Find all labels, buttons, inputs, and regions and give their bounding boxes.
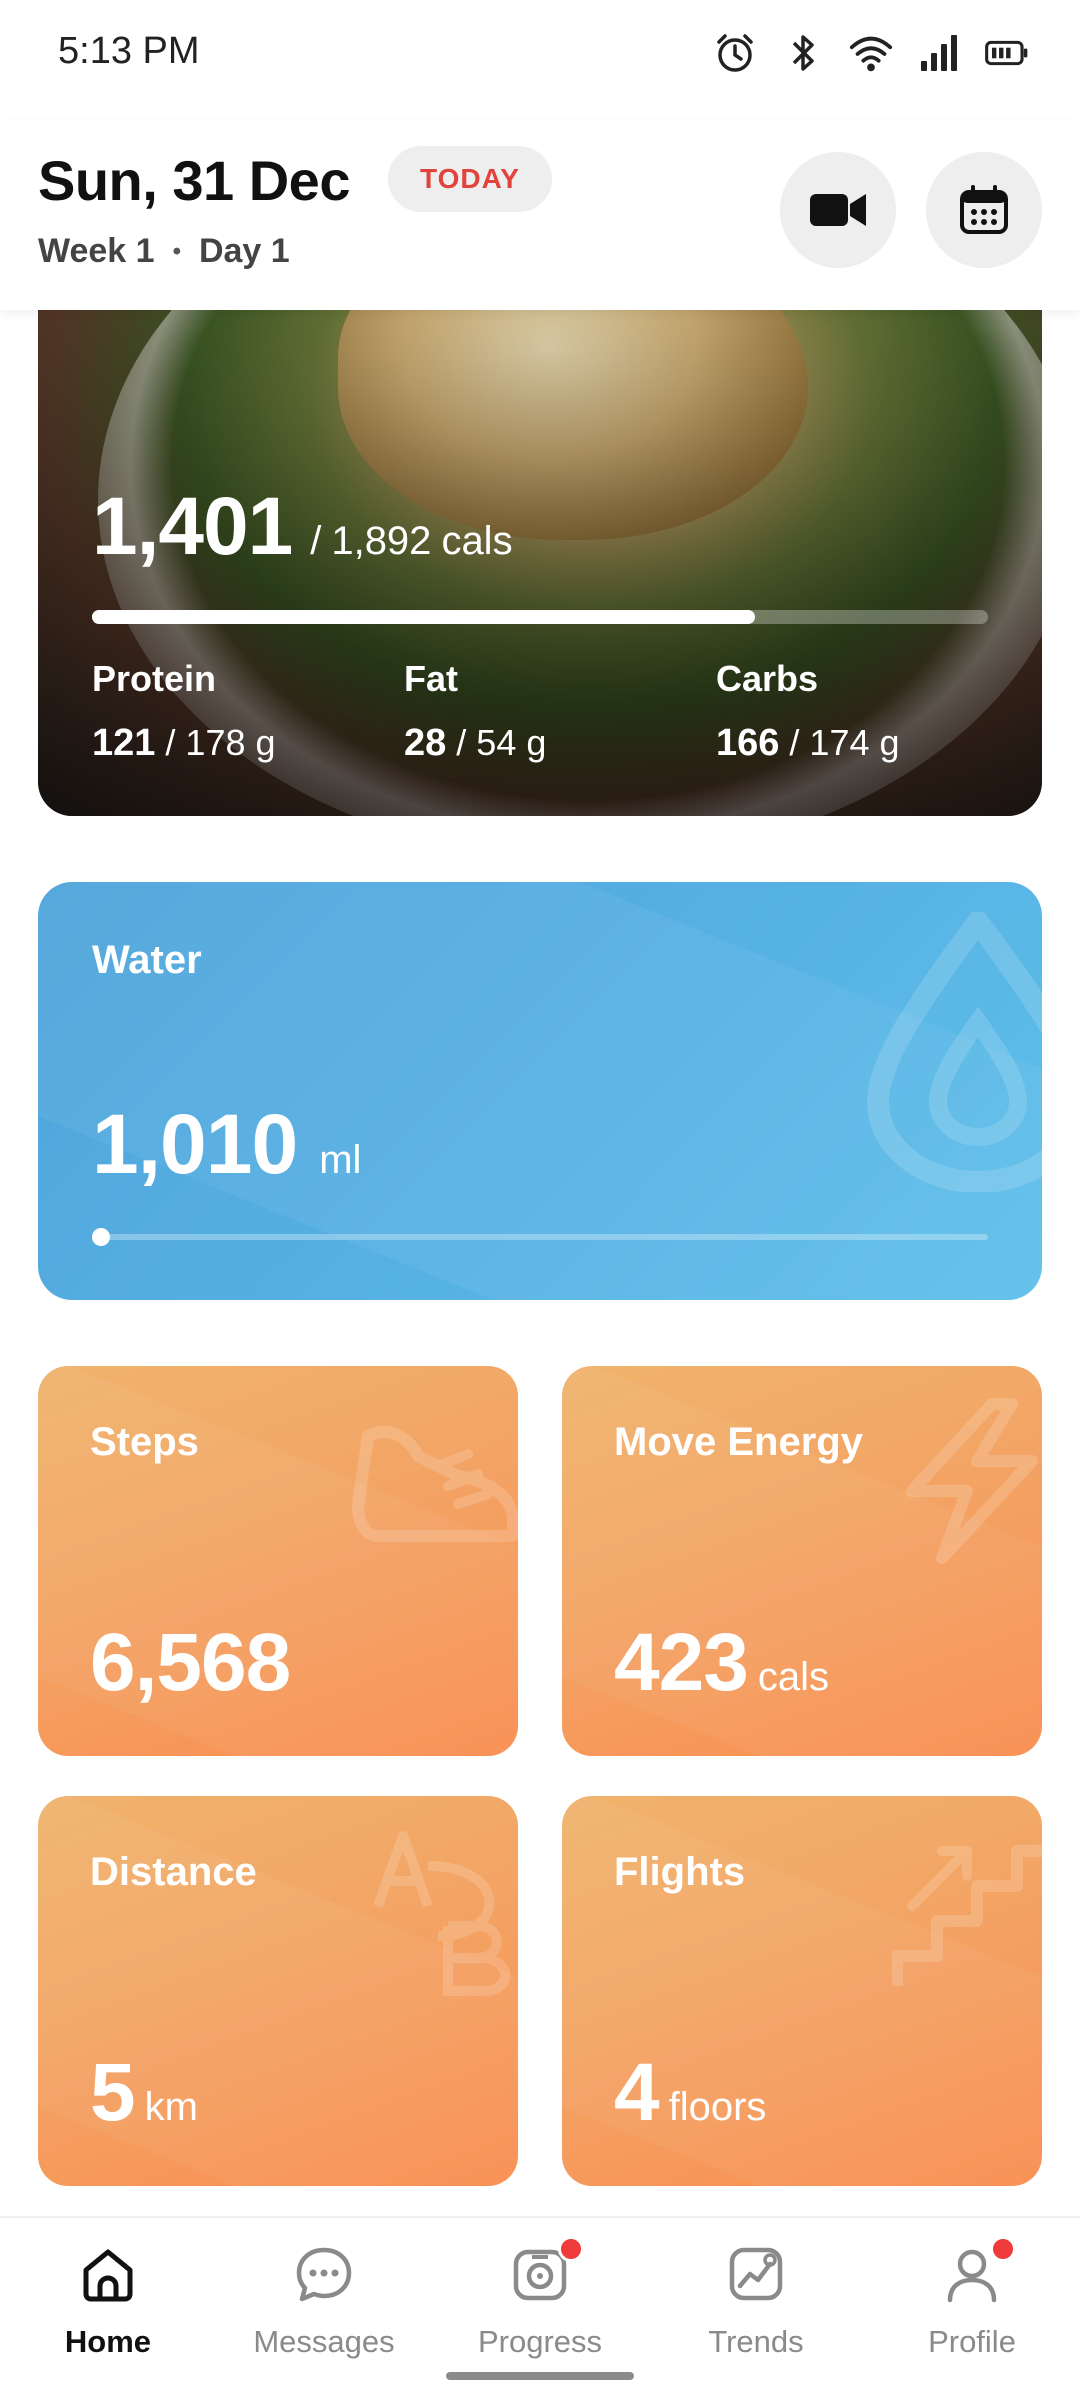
date-title[interactable]: Sun, 31 Dec bbox=[38, 148, 350, 213]
home-icon bbox=[76, 2242, 140, 2306]
nav-label: Home bbox=[64, 2324, 152, 2359]
macro-carbs: Carbs 166 / 174 g bbox=[716, 658, 1028, 765]
week-day-line: Week 1 • Day 1 bbox=[38, 232, 290, 271]
notification-dot bbox=[558, 2236, 584, 2262]
alarm-icon bbox=[712, 30, 758, 76]
macro-label: Fat bbox=[404, 658, 458, 699]
water-progress-dot bbox=[92, 1228, 110, 1246]
flights-unit: floors bbox=[668, 2085, 767, 2129]
user-icon bbox=[940, 2236, 1016, 2306]
nav-label: Profile bbox=[928, 2324, 1016, 2359]
move-energy-tile[interactable]: Move Energy 423 cals bbox=[562, 1366, 1042, 1756]
calories-slash: / bbox=[310, 519, 322, 563]
nav-label: Messages bbox=[253, 2324, 395, 2359]
stairs-icon bbox=[892, 1845, 1042, 1986]
water-unit: ml bbox=[319, 1138, 362, 1182]
water-value-row: 1,010 ml bbox=[92, 1096, 361, 1193]
lightning-icon bbox=[906, 1398, 1038, 1564]
notification-dot bbox=[990, 2236, 1016, 2262]
macro-value: 121 / 178 g bbox=[92, 722, 276, 764]
nutrition-card[interactable]: 1,401 / 1,892 cals Protein 121 / 178 g F… bbox=[38, 260, 1042, 816]
macros-row: Protein 121 / 178 g Fat 28 / 54 g Carbs … bbox=[92, 658, 1032, 765]
calendar-button[interactable] bbox=[926, 152, 1042, 268]
steps-tile[interactable]: Steps 6,568 bbox=[38, 1366, 518, 1756]
video-button[interactable] bbox=[780, 152, 896, 268]
water-drop-icon bbox=[866, 912, 1042, 1192]
calories-progress-fill bbox=[92, 610, 756, 624]
today-badge[interactable]: TODAY bbox=[388, 146, 552, 212]
distance-value: 5 bbox=[90, 2047, 136, 2138]
status-icons bbox=[712, 30, 1030, 76]
move-energy-value: 423 bbox=[614, 1617, 749, 1708]
macro-value: 166 / 174 g bbox=[716, 722, 900, 764]
calories-row: 1,401 / 1,892 cals bbox=[92, 480, 513, 574]
macro-fat: Fat 28 / 54 g bbox=[404, 658, 716, 765]
steps-label: Steps bbox=[90, 1420, 199, 1464]
water-progress-bar bbox=[92, 1228, 988, 1246]
calories-goal: 1,892 bbox=[331, 519, 432, 563]
separator-dot: • bbox=[172, 237, 181, 265]
wifi-icon bbox=[848, 30, 894, 76]
flights-label: Flights bbox=[614, 1850, 746, 1894]
calendar-icon bbox=[960, 185, 1008, 234]
flights-tile[interactable]: Flights 4 floors bbox=[562, 1796, 1042, 2186]
nav-item-messages[interactable]: Messages bbox=[216, 2218, 432, 2400]
steps-value-row: 6,568 bbox=[90, 1616, 291, 1710]
header: Sun, 31 Dec TODAY Week 1 • Day 1 bbox=[0, 120, 1080, 310]
signal-icon bbox=[916, 30, 962, 76]
steps-value: 6,568 bbox=[90, 1617, 291, 1708]
macro-label: Protein bbox=[92, 658, 217, 699]
battery-icon bbox=[984, 30, 1030, 76]
week-label: Week 1 bbox=[38, 232, 155, 270]
video-camera-icon bbox=[810, 194, 866, 226]
nav-item-profile[interactable]: Profile bbox=[864, 2218, 1080, 2400]
calories-unit: cals bbox=[441, 519, 513, 563]
flights-value: 4 bbox=[614, 2047, 660, 2138]
bluetooth-icon bbox=[780, 30, 826, 76]
calories-value: 1,401 bbox=[92, 481, 293, 572]
distance-unit: km bbox=[144, 2085, 198, 2129]
a-to-b-icon bbox=[373, 1831, 511, 1996]
nav-item-trends[interactable]: Trends bbox=[648, 2218, 864, 2400]
water-label: Water bbox=[92, 938, 202, 982]
move-energy-unit: cals bbox=[757, 1655, 829, 1699]
day-label: Day 1 bbox=[198, 232, 290, 270]
macro-protein: Protein 121 / 178 g bbox=[92, 658, 404, 765]
home-indicator[interactable] bbox=[446, 2372, 634, 2380]
calories-progress-bar bbox=[92, 610, 988, 624]
macro-label: Carbs bbox=[716, 658, 819, 699]
nav-label: Progress bbox=[477, 2324, 603, 2359]
distance-tile[interactable]: Distance 5 km bbox=[38, 1796, 518, 2186]
status-time: 5:13 PM bbox=[58, 30, 200, 72]
camera-icon bbox=[508, 2236, 584, 2306]
nav-label: Trends bbox=[708, 2324, 804, 2359]
distance-label: Distance bbox=[90, 1850, 257, 1894]
distance-value-row: 5 km bbox=[90, 2046, 198, 2140]
flights-value-row: 4 floors bbox=[614, 2046, 766, 2140]
trend-chart-icon bbox=[724, 2242, 788, 2306]
water-value: 1,010 bbox=[92, 1097, 298, 1191]
macro-value: 28 / 54 g bbox=[404, 722, 547, 764]
chat-bubble-icon bbox=[292, 2242, 356, 2306]
nav-item-home[interactable]: Home bbox=[0, 2218, 216, 2400]
move-energy-label: Move Energy bbox=[614, 1420, 863, 1464]
water-card[interactable]: Water 1,010 ml bbox=[38, 882, 1042, 1300]
move-energy-value-row: 423 cals bbox=[614, 1616, 829, 1710]
status-bar: 5:13 PM bbox=[0, 0, 1080, 110]
shoe-icon bbox=[352, 1426, 518, 1542]
